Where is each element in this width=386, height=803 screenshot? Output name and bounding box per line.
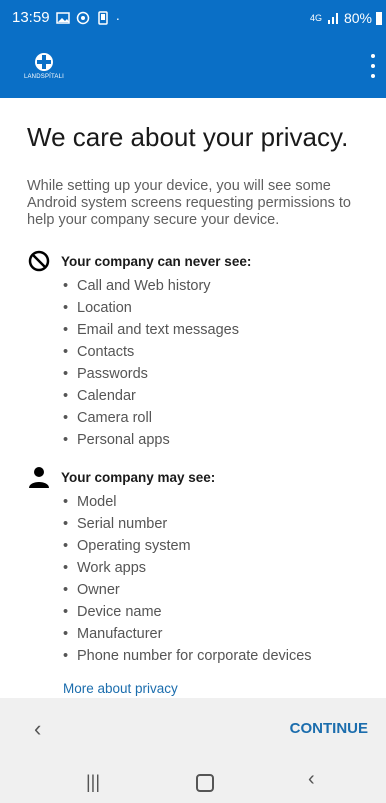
signal-icon [327, 13, 338, 24]
app-bar: LANDSPÍTALI [0, 36, 386, 98]
list-item: Call and Web history [63, 275, 367, 297]
status-time: 13:59 [12, 9, 50, 26]
list-item: Camera roll [63, 407, 367, 429]
overflow-dot [371, 64, 375, 68]
prohibited-icon [28, 250, 50, 272]
list-item: Serial number [63, 513, 367, 535]
phone-notification-icon [97, 10, 108, 25]
overflow-dot [371, 74, 375, 78]
never-see-title: Your company can never see: [61, 253, 252, 269]
continue-button[interactable]: CONTINUE [290, 720, 368, 737]
gallery-notification-icon [55, 11, 70, 24]
may-see-section: Your company may see: Model Serial numbe… [27, 465, 367, 667]
more-about-privacy-link[interactable]: More about privacy [63, 681, 178, 696]
list-item: Personal apps [63, 429, 367, 451]
overflow-dot [371, 54, 375, 58]
list-item: Manufacturer [63, 623, 367, 645]
list-item: Email and text messages [63, 319, 367, 341]
bottom-bar: ‹ CONTINUE ||| ‹ [0, 698, 386, 803]
list-item: Contacts [63, 341, 367, 363]
list-item: Owner [63, 579, 367, 601]
list-item: Phone number for corporate devices [63, 645, 367, 667]
list-item: Calendar [63, 385, 367, 407]
never-see-section: Your company can never see: Call and Web… [27, 249, 367, 451]
list-item: Passwords [63, 363, 367, 385]
list-item: Model [63, 491, 367, 513]
more-notifications-dot: · [115, 9, 121, 26]
network-type: 4G [309, 13, 322, 23]
back-button[interactable]: ‹ [34, 716, 41, 742]
page-title: We care about your privacy. [27, 122, 349, 152]
system-back-button[interactable]: ‹ [308, 768, 315, 791]
overflow-menu-button[interactable] [368, 54, 378, 78]
may-see-title: Your company may see: [61, 469, 216, 485]
home-button[interactable] [196, 774, 214, 792]
instagram-notification-icon [76, 11, 89, 24]
intro-text: While setting up your device, you will s… [27, 178, 351, 228]
battery-percent: 80% [343, 10, 372, 26]
list-item: Device name [63, 601, 367, 623]
may-see-list: Model Serial number Operating system Wor… [63, 491, 367, 667]
never-see-list: Call and Web history Location Email and … [63, 275, 367, 451]
never-see-header: Your company can never see: [27, 249, 367, 273]
list-item: Operating system [63, 535, 367, 557]
recent-apps-button[interactable]: ||| [86, 772, 100, 793]
privacy-content[interactable]: We care about your privacy. While settin… [0, 98, 386, 698]
person-icon [29, 467, 49, 488]
status-right: 4G 80% [310, 10, 382, 26]
landspitali-logo: LANDSPÍTALI [20, 52, 68, 82]
battery-icon [376, 12, 382, 25]
may-see-header: Your company may see: [27, 465, 367, 489]
cross-logo-icon [35, 53, 53, 71]
status-bar: 13:59 · 4G 80% [0, 0, 386, 36]
list-item: Work apps [63, 557, 367, 579]
list-item: Location [63, 297, 367, 319]
system-nav-bar: ||| ‹ [0, 750, 386, 803]
logo-text: LANDSPÍTALI [23, 74, 65, 80]
status-left: 13:59 · [12, 9, 120, 26]
